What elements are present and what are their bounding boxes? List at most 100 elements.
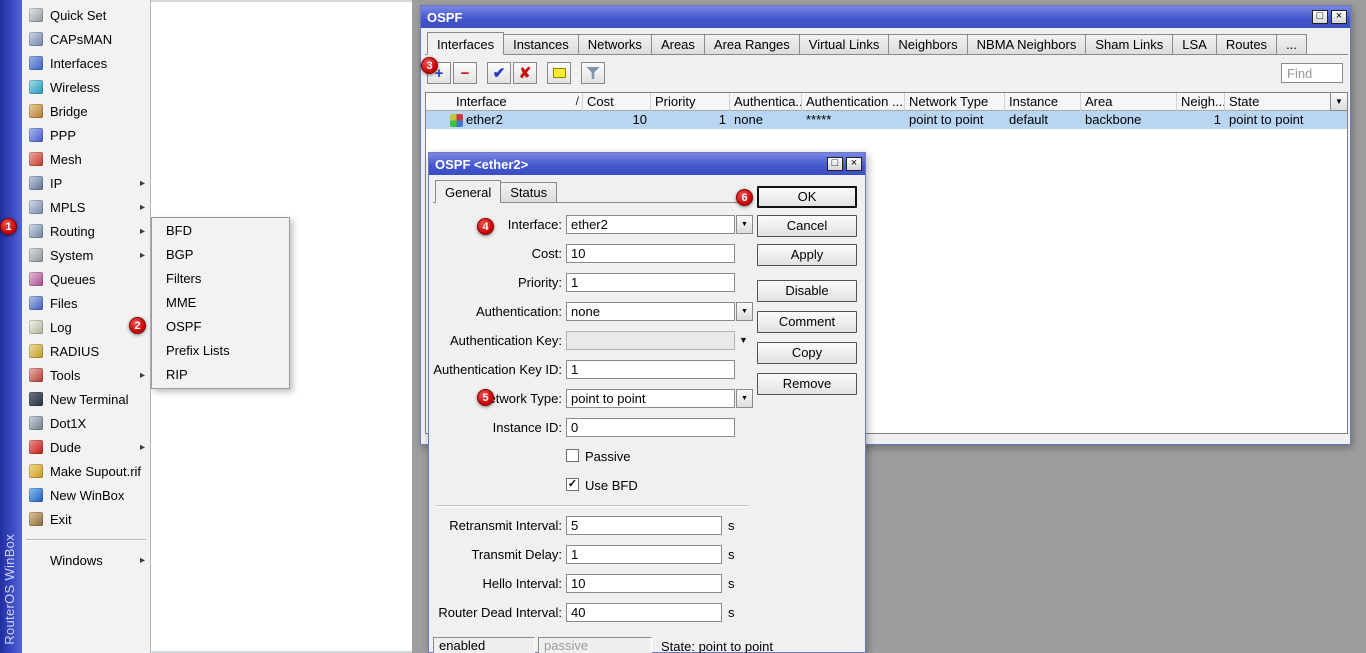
- table-row[interactable]: ether2101none*****point to pointdefaultb…: [426, 111, 1347, 129]
- dialog-tab-status[interactable]: Status: [501, 182, 557, 202]
- field-input-cost[interactable]: [566, 244, 735, 263]
- maximize-icon[interactable]: □: [1312, 10, 1328, 24]
- tab-neighbors[interactable]: Neighbors: [889, 34, 967, 54]
- sidebar-item-wireless[interactable]: Wireless: [22, 75, 150, 99]
- submenu-item-filters[interactable]: Filters: [152, 267, 289, 291]
- submenu-item-bgp[interactable]: BGP: [152, 243, 289, 267]
- dropdown-icon: ▼: [741, 221, 748, 228]
- toolbar-enable-button[interactable]: ✔: [487, 62, 511, 84]
- sidebar-item-dude[interactable]: Dude▸: [22, 435, 150, 459]
- tab-networks[interactable]: Networks: [579, 34, 652, 54]
- remove-button[interactable]: Remove: [757, 373, 857, 395]
- sidebar-item-interfaces[interactable]: Interfaces: [22, 51, 150, 75]
- submenu-item-bfd[interactable]: BFD: [152, 219, 289, 243]
- field-input-network-type[interactable]: [566, 389, 735, 408]
- column-header-authentication[interactable]: Authentication ...: [802, 93, 905, 111]
- sidebar-item-queues[interactable]: Queues: [22, 267, 150, 291]
- ospf-window-titlebar[interactable]: OSPF □ ×: [421, 6, 1350, 28]
- close-icon[interactable]: ×: [846, 157, 862, 171]
- field-input-instance-id[interactable]: [566, 418, 735, 437]
- sidebar-item-make-supout-rif[interactable]: Make Supout.rif: [22, 459, 150, 483]
- submenu-item-prefix-lists[interactable]: Prefix Lists: [152, 339, 289, 363]
- column-header-state[interactable]: State: [1225, 93, 1337, 111]
- comment-button[interactable]: Comment: [757, 311, 857, 333]
- ok-button[interactable]: OK: [757, 186, 857, 208]
- field-input-authentication-key-id[interactable]: [566, 360, 735, 379]
- sidebar-item-routing[interactable]: Routing▸: [22, 219, 150, 243]
- field-input-priority[interactable]: [566, 273, 735, 292]
- column-header-network-type[interactable]: Network Type: [905, 93, 1005, 111]
- column-header-instance[interactable]: Instance: [1005, 93, 1081, 111]
- close-icon[interactable]: ×: [1331, 10, 1347, 24]
- tab-instances[interactable]: Instances: [504, 34, 579, 54]
- field-label-priority: Priority:: [429, 275, 562, 291]
- copy-button[interactable]: Copy: [757, 342, 857, 364]
- sidebar-item-ppp[interactable]: PPP: [22, 123, 150, 147]
- tab-virtual-links[interactable]: Virtual Links: [800, 34, 890, 54]
- sidebar-item-files[interactable]: Files: [22, 291, 150, 315]
- tab-lsa[interactable]: LSA: [1173, 34, 1217, 54]
- column-header-area[interactable]: Area: [1081, 93, 1177, 111]
- disable-button[interactable]: Disable: [757, 280, 857, 302]
- submenu-item-ospf[interactable]: OSPF: [152, 315, 289, 339]
- tab-area-ranges[interactable]: Area Ranges: [705, 34, 800, 54]
- toolbar-disable-button[interactable]: ✘: [513, 62, 537, 84]
- sidebar-item-mesh[interactable]: Mesh: [22, 147, 150, 171]
- sidebar-item-log[interactable]: Log: [22, 315, 150, 339]
- sidebar-item-mpls[interactable]: MPLS▸: [22, 195, 150, 219]
- toolbar-add-button[interactable]: +: [427, 62, 451, 84]
- dialog-tab-general[interactable]: General: [435, 180, 501, 203]
- sidebar-item-exit[interactable]: Exit: [22, 507, 150, 531]
- sidebar-item-radius[interactable]: RADIUS: [22, 339, 150, 363]
- sidebar-item-quick-set[interactable]: Quick Set: [22, 3, 150, 27]
- sidebar-item-system[interactable]: System▸: [22, 243, 150, 267]
- combo-button-interface[interactable]: ▼: [736, 215, 753, 234]
- column-header-interface[interactable]: Interface/: [426, 93, 583, 111]
- maximize-icon[interactable]: □: [827, 157, 843, 171]
- sidebar-item-new-winbox[interactable]: New WinBox: [22, 483, 150, 507]
- field-input-retransmit-interval[interactable]: [566, 516, 722, 535]
- column-header-authentica[interactable]: Authentica...: [730, 93, 802, 111]
- submenu-item-rip[interactable]: RIP: [152, 363, 289, 387]
- sidebar-item-capsman[interactable]: CAPsMAN: [22, 27, 150, 51]
- tab-nbma-neighbors[interactable]: NBMA Neighbors: [968, 34, 1087, 54]
- field-input-authentication[interactable]: [566, 302, 735, 321]
- apply-button[interactable]: Apply: [757, 244, 857, 266]
- tab-interfaces[interactable]: Interfaces: [427, 32, 504, 55]
- remove-icon: −: [461, 66, 470, 81]
- tab-x[interactable]: ...: [1277, 34, 1307, 54]
- sidebar-item-windows[interactable]: Windows▸: [22, 548, 150, 572]
- tab-areas[interactable]: Areas: [652, 34, 705, 54]
- tab-sham-links[interactable]: Sham Links: [1086, 34, 1173, 54]
- combo-button-network-type[interactable]: ▼: [736, 389, 753, 408]
- submenu-item-mme[interactable]: MME: [152, 291, 289, 315]
- sidebar-item-dot1x[interactable]: Dot1X: [22, 411, 150, 435]
- dialog-titlebar[interactable]: OSPF <ether2> □ ×: [429, 153, 865, 175]
- field-input-hello-interval[interactable]: [566, 574, 722, 593]
- column-header-label: Authentication ...: [806, 93, 900, 110]
- toolbar-remove-button[interactable]: −: [453, 62, 477, 84]
- column-menu-button[interactable]: ▼: [1330, 93, 1347, 111]
- checkbox-passive[interactable]: [566, 449, 579, 462]
- toolbar-filter-button[interactable]: [581, 62, 605, 84]
- cancel-button[interactable]: Cancel: [757, 215, 857, 237]
- status-state: State: point to point: [661, 639, 773, 653]
- tab-routes[interactable]: Routes: [1217, 34, 1277, 54]
- column-header-cost[interactable]: Cost: [583, 93, 651, 111]
- field-input-authentication-key[interactable]: [566, 331, 735, 350]
- sidebar-item-label: Log: [50, 320, 145, 335]
- checkbox-use-bfd[interactable]: ✓: [566, 478, 579, 491]
- field-input-router-dead-interval[interactable]: [566, 603, 722, 622]
- field-input-interface[interactable]: [566, 215, 735, 234]
- field-input-transmit-delay[interactable]: [566, 545, 722, 564]
- toolbar-comment-button[interactable]: [547, 62, 571, 84]
- sidebar-item-tools[interactable]: Tools▸: [22, 363, 150, 387]
- combo-button-authentication[interactable]: ▼: [736, 302, 753, 321]
- sidebar-item-new-terminal[interactable]: New Terminal: [22, 387, 150, 411]
- column-header-priority[interactable]: Priority: [651, 93, 730, 111]
- sidebar-item-bridge[interactable]: Bridge: [22, 99, 150, 123]
- column-header-neigh[interactable]: Neigh...: [1177, 93, 1225, 111]
- expand-arrow-icon[interactable]: ▼: [739, 335, 748, 345]
- find-input[interactable]: [1281, 63, 1343, 83]
- sidebar-item-ip[interactable]: IP▸: [22, 171, 150, 195]
